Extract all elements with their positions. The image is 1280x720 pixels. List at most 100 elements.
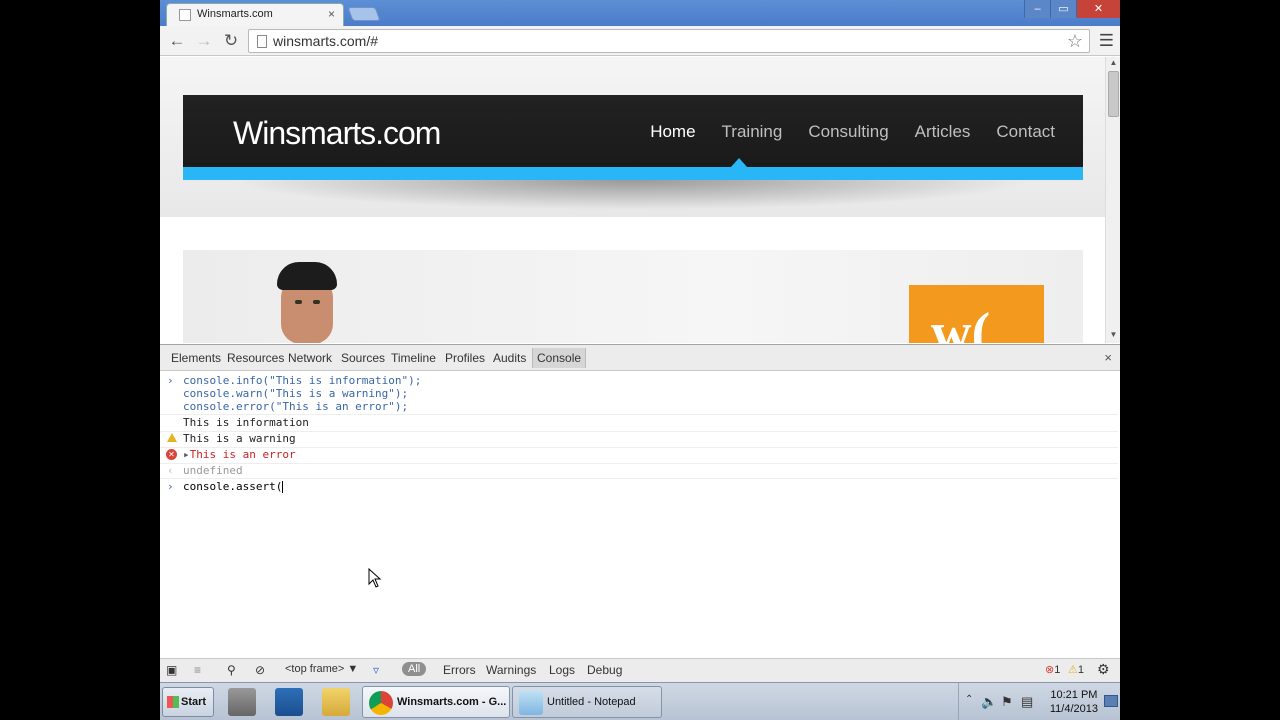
window-controls: – ▭ ✕ [1024,0,1120,18]
devtools-close-icon[interactable]: × [1104,350,1112,365]
tab-resources[interactable]: Resources [227,351,284,365]
tab-timeline[interactable]: Timeline [391,351,436,365]
header-accent-bar [183,167,1083,180]
info-message-text: This is information [183,416,309,429]
clock-time: 10:21 PM [1050,689,1098,701]
warning-count-icon: ⚠ [1068,664,1078,676]
scroll-thumb[interactable] [1108,71,1119,117]
url-text: winsmarts.com/# [273,33,379,49]
restore-button[interactable]: ▭ [1050,0,1076,18]
expand-triangle-icon[interactable]: ▸ [183,448,190,461]
console-info-message: This is information [160,416,1118,432]
browser-tabstrip: Winsmarts.com × – ▭ ✕ [160,0,1120,26]
tab-profiles[interactable]: Profiles [445,351,485,365]
browser-toolbar: ← → ↻ winsmarts.com/# ☆ ☰ [160,26,1120,56]
system-clock[interactable]: 10:21 PM 11/4/2013 [1050,688,1098,716]
warning-count: 1 [1077,664,1084,676]
console-input-block: › console.info("This is information"); c… [160,374,1118,415]
bookmark-star-icon[interactable]: ☆ [1067,31,1083,52]
console-error-message: ✕ ▸This is an error [160,448,1118,464]
filter-errors-button[interactable]: Errors [443,663,476,677]
error-counter[interactable]: ⊗1 [1045,663,1060,676]
browser-tab[interactable]: Winsmarts.com × [166,3,344,26]
taskbar-task-label: Winsmarts.com - G... [397,696,507,708]
address-bar[interactable]: winsmarts.com/# ☆ [248,29,1090,53]
console-command-line: console.error("This is an error"); [183,400,409,413]
filter-logs-button[interactable]: Logs [549,663,575,677]
console-command-line: console.info("This is information"); [183,374,422,387]
server-manager-icon[interactable] [228,688,256,716]
console-prompt[interactable]: › console.assert( [160,480,1118,495]
nav-articles[interactable]: Articles [915,122,971,142]
minimize-button[interactable]: – [1024,0,1050,18]
scroll-down-icon[interactable]: ▼ [1106,330,1120,342]
tab-title: Winsmarts.com [197,8,273,20]
devtools-tabbar: Elements Resources Network Sources Timel… [160,344,1120,371]
site-logo[interactable]: Winsmarts.com [233,115,441,152]
frame-select[interactable]: <top frame> ▼ [285,663,358,675]
search-icon[interactable]: ⚲ [227,663,236,677]
taskbar-notepad[interactable]: Untitled - Notepad [512,686,662,718]
reload-icon[interactable]: ↻ [220,30,242,52]
back-arrow-icon[interactable]: ← [166,30,188,52]
error-count-icon: ⊗ [1045,664,1055,676]
prompt-chevron-icon: › [167,480,174,493]
show-console-icon[interactable]: ≡ [194,663,201,677]
powershell-icon[interactable] [275,688,303,716]
action-center-flag-icon[interactable]: ⚑ [1001,694,1013,710]
error-message-text: This is an error [189,448,296,461]
dropdown-arrow-icon: ▼ [347,663,359,675]
clear-console-icon[interactable]: ⊘ [255,663,265,677]
nav-training[interactable]: Training [722,122,783,142]
new-tab-button[interactable] [347,7,381,21]
filter-debug-button[interactable]: Debug [587,663,622,677]
start-button[interactable]: Start [162,687,214,717]
network-icon[interactable]: ▤ [1021,694,1033,710]
dock-icon[interactable]: ▣ [166,663,177,677]
tab-console[interactable]: Console [532,348,587,368]
file-explorer-icon[interactable] [322,688,350,716]
tab-elements[interactable]: Elements [171,351,221,365]
filter-icon[interactable]: ▿ [373,663,379,677]
settings-gear-icon[interactable]: ⚙ [1097,661,1110,678]
site-header: Winsmarts.com Home Training Consulting A… [183,95,1083,167]
header-shadow [230,180,1030,210]
text-caret [282,481,284,493]
filter-warnings-button[interactable]: Warnings [486,663,536,677]
notepad-icon [519,691,543,715]
volume-icon[interactable]: 🔈 [981,694,997,710]
close-window-button[interactable]: ✕ [1076,0,1120,18]
page-scrollbar[interactable]: ▲ ▼ [1105,57,1120,343]
site-nav: Home Training Consulting Articles Contac… [650,122,1055,142]
warning-message-text: This is a warning [183,432,296,445]
console-panel[interactable]: › console.info("This is information"); c… [160,372,1120,658]
tray-expand-icon[interactable]: ⌃ [965,694,973,705]
chrome-icon [369,691,393,715]
console-input[interactable]: console.assert( [183,480,282,493]
console-warning-message: This is a warning [160,432,1118,448]
filter-all-button[interactable]: All [402,662,427,676]
tab-close-icon[interactable]: × [328,7,335,21]
show-desktop-icon[interactable] [1104,695,1118,707]
clock-date: 11/4/2013 [1049,703,1098,715]
start-label: Start [181,696,207,708]
tab-network[interactable]: Network [288,351,332,365]
page-favicon-icon [179,9,191,21]
nav-contact[interactable]: Contact [996,122,1055,142]
warning-counter[interactable]: ⚠1 [1068,663,1084,676]
author-photo [271,262,343,343]
tab-audits[interactable]: Audits [493,351,526,365]
tab-sources[interactable]: Sources [341,351,385,365]
brand-logo-image: w( [909,285,1044,343]
windows-taskbar: Start Winsmarts.com - G... Untitled - No… [160,682,1120,720]
nav-consulting[interactable]: Consulting [808,122,888,142]
nav-home[interactable]: Home [650,122,695,142]
forward-arrow-icon[interactable]: → [193,30,215,52]
chrome-menu-icon[interactable]: ☰ [1099,31,1114,51]
error-icon: ✕ [166,449,177,460]
page-viewport: Winsmarts.com Home Training Consulting A… [160,57,1105,343]
taskbar-chrome[interactable]: Winsmarts.com - G... [362,686,510,718]
warning-icon [167,433,177,442]
active-nav-pointer [731,158,747,167]
scroll-up-icon[interactable]: ▲ [1106,58,1120,70]
